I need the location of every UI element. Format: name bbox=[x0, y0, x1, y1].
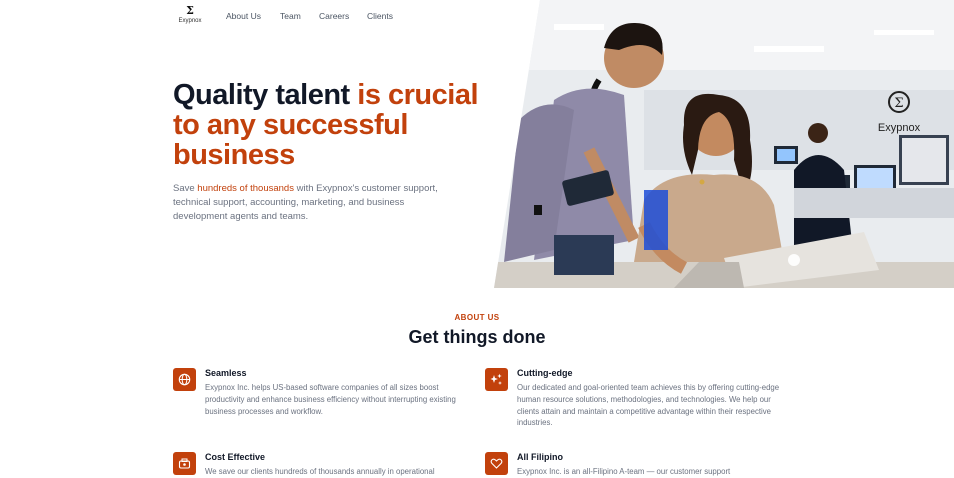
hero-sub-highlight: hundreds of thousands bbox=[197, 183, 294, 194]
brand-logo[interactable]: Σ Exypnox bbox=[176, 5, 204, 25]
hero-headline: Quality talent is crucial to any success… bbox=[173, 80, 493, 170]
piggy-bank-icon bbox=[173, 452, 196, 475]
heart-icon bbox=[485, 452, 508, 475]
feature-title: Cutting-edge bbox=[517, 368, 573, 378]
globe-icon bbox=[173, 368, 196, 391]
sparkle-icon bbox=[485, 368, 508, 391]
nav-link-about-us[interactable]: About Us bbox=[226, 11, 261, 21]
feature-description: We save our clients hundreds of thousand… bbox=[205, 467, 435, 476]
feature-description: Exypnox Inc. is an all-Filipino A-team —… bbox=[517, 467, 731, 476]
sigma-logo-icon: Σ bbox=[186, 4, 194, 17]
top-navigation: Σ Exypnox About Us Team Careers Clients bbox=[0, 0, 520, 34]
nav-link-careers[interactable]: Careers bbox=[319, 11, 349, 21]
feature-description: Our dedicated and goal-oriented team ach… bbox=[517, 383, 780, 428]
hero-subtitle: Save hundreds of thousands with Exypnox'… bbox=[173, 182, 448, 224]
about-title: Get things done bbox=[408, 327, 546, 347]
nav-link-team[interactable]: Team bbox=[280, 11, 301, 21]
feature-title: Cost Effective bbox=[205, 452, 266, 462]
photo-sign-symbol: Σ bbox=[894, 96, 903, 111]
feature-title: Seamless bbox=[205, 368, 247, 378]
feature-title: All Filipino bbox=[517, 452, 563, 462]
nav-link-clients[interactable]: Clients bbox=[367, 11, 393, 21]
feature-description: Exypnox Inc. helps US-based software com… bbox=[205, 383, 456, 416]
about-eyebrow: ABOUT US bbox=[454, 313, 500, 322]
hero-office-photo: Σ Exypnox bbox=[494, 0, 954, 288]
brand-name: Exypnox bbox=[178, 18, 202, 24]
photo-sign-text: Exypnox bbox=[878, 122, 921, 134]
hero-sub-pre: Save bbox=[173, 183, 198, 194]
headline-dark-text: Quality talent bbox=[173, 79, 358, 111]
